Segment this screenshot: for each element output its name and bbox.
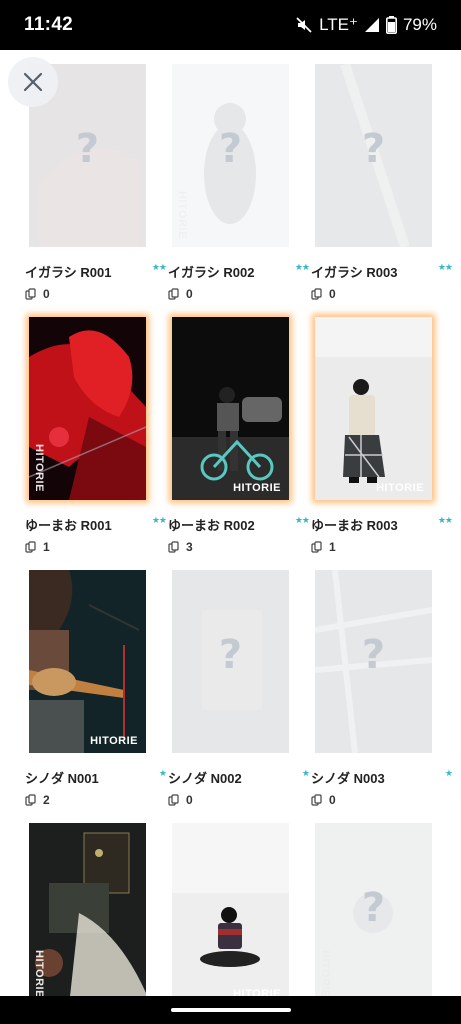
card-thumbnail[interactable]: HITORIE <box>172 317 289 500</box>
watermark: HITORIE <box>176 697 188 745</box>
card-photo <box>315 317 432 500</box>
network-label: LTE⁺ <box>319 15 358 34</box>
watermark: HITORIE <box>33 444 45 492</box>
card-thumbnail-locked[interactable]: ? HITORIE <box>315 823 432 1006</box>
rarity-stars: ★★ <box>294 515 310 525</box>
locked-question-icon: ? <box>218 126 243 172</box>
card-count-value: 3 <box>186 540 193 554</box>
card-count: 0 <box>25 287 50 301</box>
rarity-stars: ★ <box>158 768 167 778</box>
rarity-stars: ★★ <box>294 262 310 272</box>
rarity-stars: ★ <box>444 768 453 778</box>
status-time: 11:42 <box>24 14 74 35</box>
card-count: 0 <box>311 287 336 301</box>
card-count-value: 0 <box>43 287 50 301</box>
card-title: シノダ N003 <box>311 771 385 786</box>
card-count: 0 <box>168 287 193 301</box>
system-nav-bar <box>0 996 461 1024</box>
cards-icon <box>311 794 322 806</box>
rarity-stars: ★ <box>301 768 310 778</box>
cards-icon <box>168 794 179 806</box>
card-thumbnail-locked[interactable]: ? HITORIE <box>172 570 289 753</box>
card-count-value: 0 <box>186 793 193 807</box>
battery-icon <box>385 16 397 34</box>
card-photo <box>29 570 146 753</box>
mute-icon <box>295 16 313 34</box>
watermark: HITORIE <box>33 191 45 239</box>
card-count-value: 0 <box>329 287 336 301</box>
card-thumbnail[interactable]: HITORIE <box>29 823 146 1006</box>
rarity-stars: ★★ <box>437 262 453 272</box>
locked-question-icon: ? <box>361 885 386 931</box>
watermark: HITORIE <box>319 191 331 239</box>
card-title: イガラシ R003 <box>311 265 398 280</box>
card-photo <box>29 317 146 500</box>
card-photo <box>172 823 289 1006</box>
card-count-value: 0 <box>329 793 336 807</box>
status-icons: LTE⁺ 79% <box>295 15 437 35</box>
cards-icon <box>168 541 179 553</box>
card-count: 0 <box>168 793 193 807</box>
watermark: HITORIE <box>233 482 281 494</box>
card-count: 1 <box>311 540 336 554</box>
card-title: ゆーまお R002 <box>168 518 255 533</box>
watermark: HITORIE <box>319 697 331 745</box>
rarity-stars: ★★ <box>437 515 453 525</box>
card-thumbnail-locked[interactable]: ? HITORIE <box>172 64 289 247</box>
locked-question-icon: ? <box>361 632 386 678</box>
rarity-stars: ★★ <box>151 515 167 525</box>
card-photo <box>172 317 289 500</box>
card-count-value: 0 <box>186 287 193 301</box>
watermark: HITORIE <box>319 950 331 998</box>
rarity-stars: ★★ <box>151 262 167 272</box>
close-icon <box>23 72 43 92</box>
cards-icon <box>25 794 36 806</box>
card-thumbnail-locked[interactable]: ? HITORIE <box>315 64 432 247</box>
signal-icon <box>364 17 380 33</box>
locked-question-icon: ? <box>218 632 243 678</box>
locked-question-icon: ? <box>361 126 386 172</box>
card-count-value: 2 <box>43 793 50 807</box>
card-thumbnail[interactable]: HITORIE <box>29 570 146 753</box>
card-count: 2 <box>25 793 50 807</box>
card-count: 1 <box>25 540 50 554</box>
card-photo <box>29 823 146 1006</box>
card-count-value: 1 <box>43 540 50 554</box>
close-button[interactable] <box>8 57 58 107</box>
card-thumbnail[interactable]: HITORIE <box>29 317 146 500</box>
card-title: イガラシ R001 <box>25 265 112 280</box>
cards-icon <box>311 288 322 300</box>
home-gesture-handle[interactable] <box>171 1008 291 1012</box>
card-title: ゆーまお R003 <box>311 518 398 533</box>
cards-icon <box>311 541 322 553</box>
watermark: HITORIE <box>376 482 424 494</box>
watermark: HITORIE <box>33 950 45 998</box>
card-title: ゆーまお R001 <box>25 518 112 533</box>
card-thumbnail[interactable]: HITORIE <box>315 317 432 500</box>
cards-icon <box>25 541 36 553</box>
status-bar: 11:42 LTE⁺ 79% <box>0 0 461 50</box>
watermark: HITORIE <box>176 191 188 239</box>
card-count-value: 1 <box>329 540 336 554</box>
locked-question-icon: ? <box>75 126 100 172</box>
cards-icon <box>25 288 36 300</box>
card-count: 0 <box>311 793 336 807</box>
cards-icon <box>168 288 179 300</box>
card-title: シノダ N002 <box>168 771 242 786</box>
battery-level: 79% <box>402 15 437 34</box>
card-title: イガラシ R002 <box>168 265 255 280</box>
card-title: シノダ N001 <box>25 771 99 786</box>
card-count: 3 <box>168 540 193 554</box>
watermark: HITORIE <box>90 735 138 747</box>
card-thumbnail-locked[interactable]: ? HITORIE <box>315 570 432 753</box>
card-thumbnail[interactable]: HITORIE <box>172 823 289 1006</box>
